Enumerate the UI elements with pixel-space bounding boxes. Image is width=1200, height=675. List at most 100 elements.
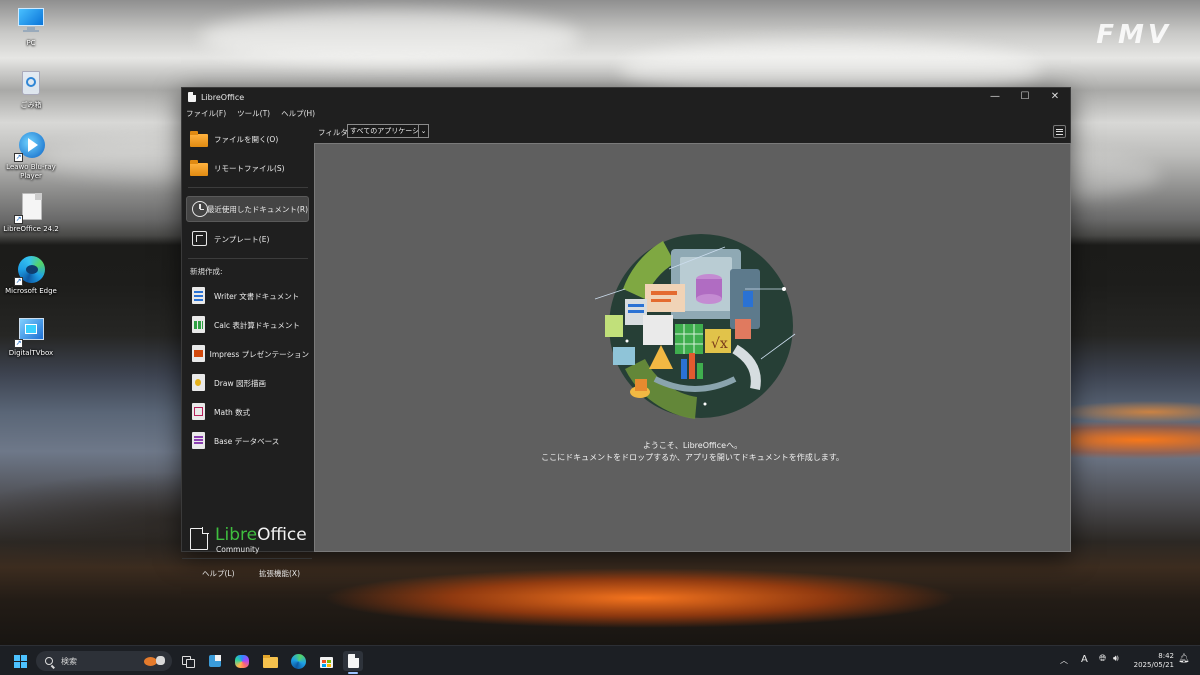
folder-icon: [190, 130, 208, 148]
templates-button[interactable]: テンプレート(E): [186, 226, 309, 252]
draw-icon: [190, 374, 208, 392]
recycle-bin-icon: [16, 68, 46, 98]
network-globe-icon[interactable]: 🌐︎: [1099, 654, 1106, 664]
libreoffice-taskbar-icon[interactable]: [343, 651, 363, 671]
welcome-instructions: ここにドキュメントをドロップするか、アプリを開いてドキュメントを作成します。: [541, 453, 844, 462]
notification-bell-icon[interactable]: 🔔︎: [1178, 654, 1189, 664]
window-title: LibreOffice: [201, 92, 245, 102]
chevron-down-icon: ⌄: [418, 125, 428, 137]
clock-date: 2025/05/21: [1133, 661, 1174, 669]
start-button[interactable]: [10, 651, 30, 671]
menu-file[interactable]: ファイル(F): [186, 107, 226, 121]
sidebar-divider: [188, 258, 308, 259]
search-highlight-icon: [144, 655, 166, 667]
taskbar-search-box[interactable]: 検索: [36, 651, 172, 671]
remote-folder-icon: [190, 159, 208, 177]
desktop-icon-label: DigitalTVbox: [8, 349, 54, 357]
create-math-label: Math 数式: [214, 407, 251, 417]
filter-select[interactable]: すべてのアプリケーション ⌄: [347, 124, 429, 138]
welcome-illustration: √x: [594, 234, 796, 419]
widgets-icon[interactable]: [205, 651, 225, 671]
search-placeholder: 検索: [61, 656, 77, 666]
recent-documents-label: 最近使用したドキュメント(R): [206, 204, 308, 214]
chevron-up-icon[interactable]: ︿: [1060, 655, 1068, 666]
clock-time: 8:42: [1158, 652, 1174, 660]
document-drop-area[interactable]: √x ようこそ、LibreOfficeへ。 ここにドキュメントをドロップするか、…: [314, 143, 1071, 552]
create-heading: 新規作成:: [190, 267, 223, 276]
create-writer-button[interactable]: Writer 文書ドキュメント: [186, 283, 309, 309]
active-app-indicator: [348, 672, 358, 674]
libreoffice-app-icon: [188, 92, 196, 102]
desktop-icon-pc[interactable]: PC: [0, 6, 62, 48]
taskbar-clock[interactable]: 8:42 2025/05/21: [1134, 652, 1174, 670]
math-icon: [190, 403, 208, 421]
desktop-icon-digitaltvbox[interactable]: ↗ DigitalTVbox: [0, 316, 62, 358]
sidebar-divider: [188, 187, 308, 188]
filter-value: すべてのアプリケーション: [350, 127, 418, 135]
create-calc-button[interactable]: Calc 表計算ドキュメント: [186, 312, 309, 338]
taskbar: 検索 ︿ A 🌐︎ 🔊︎ 8:42 2025/05/21 🔔︎: [0, 645, 1200, 675]
ime-indicator[interactable]: A: [1081, 654, 1088, 665]
leawo-player-icon: ↗: [14, 130, 46, 162]
menu-tools[interactable]: ツール(T): [237, 107, 270, 121]
libreoffice-start-center-window: LibreOffice — ☐ ✕ ファイル(F) ツール(T) ヘルプ(H) …: [181, 87, 1071, 578]
sidebar-footer-divider: [182, 558, 312, 559]
digitaltvbox-icon: ↗: [14, 316, 46, 348]
hamburger-menu-icon[interactable]: [1053, 125, 1066, 138]
copilot-icon[interactable]: [232, 651, 252, 671]
template-icon: [190, 230, 208, 248]
desktop-icon-label: ごみ箱: [20, 101, 42, 109]
start-center-sidebar: ファイルを開く(O) リモートファイル(S) 最近使用したドキュメント(R) テ…: [182, 122, 312, 578]
base-icon: [190, 432, 208, 450]
impress-icon: [190, 345, 205, 363]
desktop-icon-label: Leawo Blu-ray Player: [6, 163, 56, 180]
fmv-watermark: FMV: [1096, 20, 1172, 50]
edge-taskbar-icon[interactable]: [288, 651, 308, 671]
libreoffice-doc-icon: [190, 527, 209, 550]
create-impress-label: Impress プレゼンテーション: [209, 349, 309, 359]
edge-icon: ↗: [14, 254, 46, 286]
desktop-icon-recycle-bin[interactable]: ごみ箱: [0, 68, 62, 110]
remote-files-label: リモートファイル(S): [214, 163, 285, 173]
create-calc-label: Calc 表計算ドキュメント: [214, 320, 300, 330]
welcome-heading: ようこそ、LibreOfficeへ。: [642, 441, 743, 450]
desktop-icon-label: LibreOffice 24.2: [3, 225, 59, 233]
writer-icon: [190, 287, 208, 305]
speaker-icon[interactable]: 🔊︎: [1113, 654, 1119, 664]
window-titlebar[interactable]: LibreOffice — ☐ ✕: [182, 88, 1070, 106]
libreoffice-shortcut-icon: ↗: [14, 192, 46, 224]
menubar: ファイル(F) ツール(T) ヘルプ(H): [182, 107, 326, 121]
logo-wordmark: LibreOffice: [215, 526, 307, 544]
logo-word-libre: Libre: [215, 525, 258, 545]
logo-edition: Community: [216, 545, 260, 554]
desktop-icon-label: Microsoft Edge: [5, 287, 57, 295]
create-base-button[interactable]: Base データベース: [186, 428, 309, 454]
menu-help[interactable]: ヘルプ(H): [281, 107, 315, 121]
templates-label: テンプレート(E): [214, 234, 270, 244]
desktop-icon-leawo[interactable]: ↗ Leawo Blu-ray Player: [0, 130, 62, 181]
logo-word-office: Office: [257, 525, 307, 545]
libreoffice-logo: LibreOffice Community: [190, 526, 310, 556]
file-explorer-icon[interactable]: [260, 651, 280, 671]
open-file-button[interactable]: ファイルを開く(O): [186, 126, 309, 152]
task-view-icon[interactable]: [178, 651, 198, 671]
create-draw-label: Draw 図形描画: [214, 378, 266, 388]
desktop-icon-edge[interactable]: ↗ Microsoft Edge: [0, 254, 62, 296]
microsoft-store-icon[interactable]: [316, 651, 336, 671]
close-button[interactable]: ✕: [1040, 88, 1070, 106]
create-impress-button[interactable]: Impress プレゼンテーション: [186, 341, 309, 367]
calc-icon: [190, 316, 208, 334]
minimize-button[interactable]: —: [980, 88, 1010, 106]
maximize-button[interactable]: ☐: [1010, 88, 1040, 106]
extensions-button[interactable]: 拡張機能(X): [259, 568, 300, 579]
svg-text:√x: √x: [711, 336, 728, 352]
recent-documents-button[interactable]: 最近使用したドキュメント(R): [186, 196, 309, 222]
help-button[interactable]: ヘルプ(L): [202, 568, 235, 579]
desktop-icon-label: PC: [26, 39, 36, 47]
create-draw-button[interactable]: Draw 図形描画: [186, 370, 309, 396]
remote-files-button[interactable]: リモートファイル(S): [186, 155, 309, 181]
search-icon: [45, 657, 53, 665]
desktop-icon-libreoffice[interactable]: ↗ LibreOffice 24.2: [0, 192, 62, 234]
open-file-label: ファイルを開く(O): [214, 134, 279, 144]
create-math-button[interactable]: Math 数式: [186, 399, 309, 425]
